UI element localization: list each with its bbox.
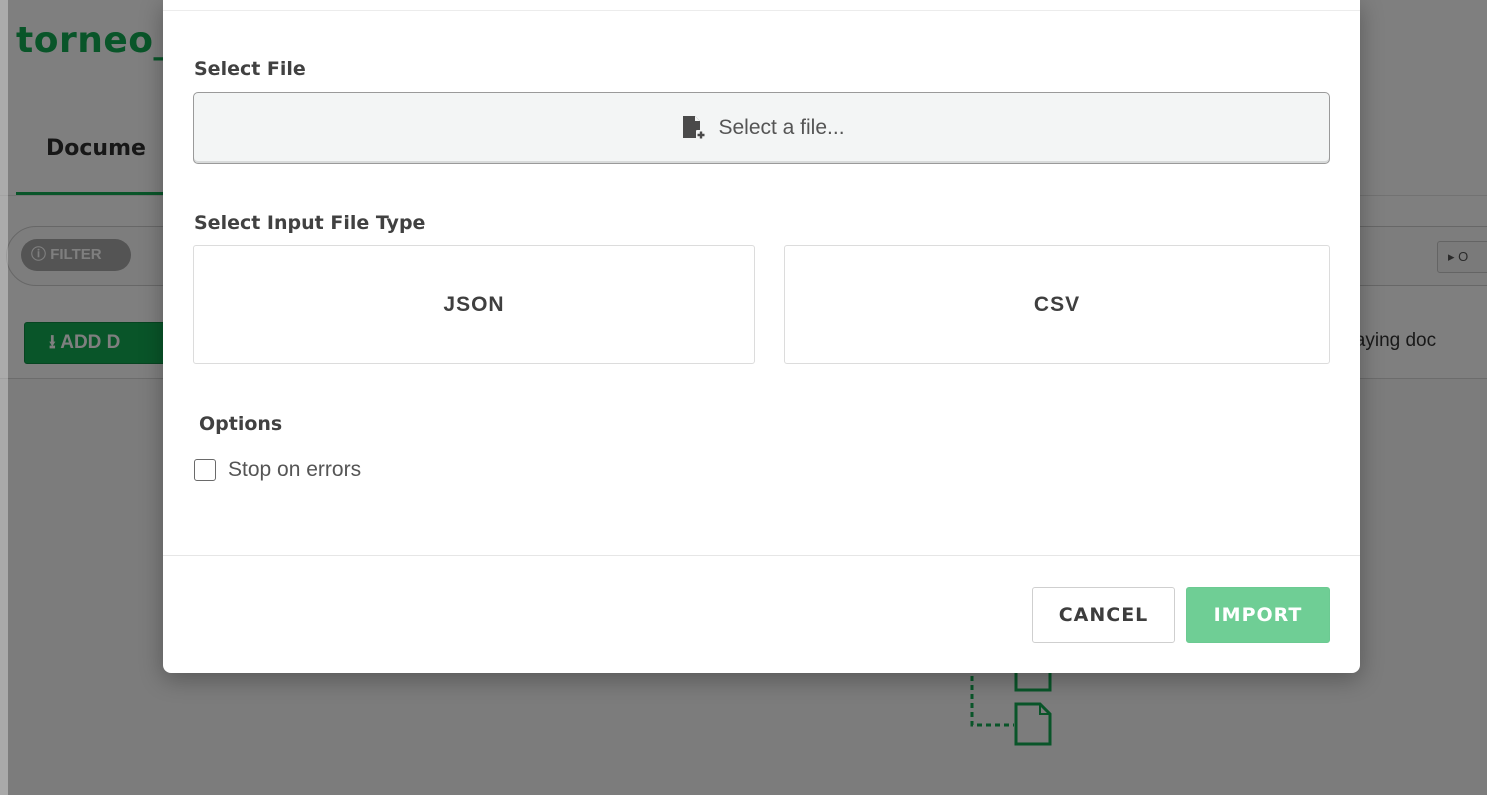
options-heading: Options xyxy=(199,413,283,435)
select-file-heading: Select File xyxy=(194,58,306,80)
select-file-text: Select a file... xyxy=(718,116,845,139)
stop-on-errors-label: Stop on errors xyxy=(228,458,362,481)
file-type-json-button[interactable]: JSON xyxy=(193,245,755,364)
window-gutter xyxy=(0,0,8,795)
stop-on-errors-option[interactable]: Stop on errors xyxy=(194,458,361,482)
input-type-heading: Select Input File Type xyxy=(194,212,426,234)
file-type-csv-button[interactable]: CSV xyxy=(784,245,1330,364)
cancel-button[interactable]: CANCEL xyxy=(1032,587,1175,643)
modal-footer-divider xyxy=(163,555,1360,556)
stop-on-errors-checkbox[interactable] xyxy=(194,459,216,481)
modal-header-divider xyxy=(163,10,1360,11)
import-modal: Select File Select a file... Select Inpu… xyxy=(163,0,1360,673)
import-button[interactable]: IMPORT xyxy=(1186,587,1330,643)
add-file-icon xyxy=(683,116,707,140)
select-file-button[interactable]: Select a file... xyxy=(193,92,1330,164)
